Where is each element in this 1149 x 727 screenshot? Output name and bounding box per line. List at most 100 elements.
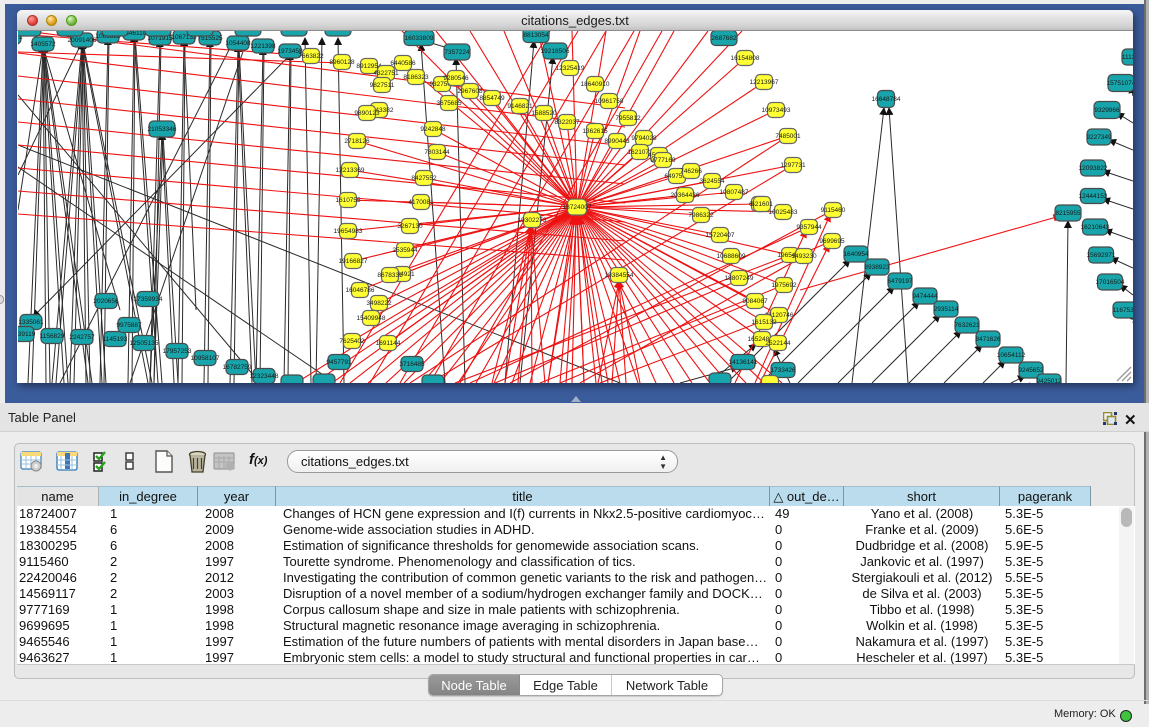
svg-text:2535944: 2535944 (392, 247, 418, 254)
svg-text:8322037: 8322037 (554, 119, 580, 126)
svg-text:1610755: 1610755 (335, 197, 361, 204)
svg-text:15751074: 15751074 (1107, 80, 1133, 87)
svg-text:8471626: 8471626 (975, 336, 1001, 343)
svg-text:8427552: 8427552 (411, 175, 437, 182)
svg-text:21053346: 21053346 (148, 126, 177, 133)
svg-text:1733426: 1733426 (770, 367, 796, 374)
svg-text:18807249: 18807249 (725, 275, 754, 282)
svg-text:15692971: 15692971 (1087, 252, 1116, 259)
svg-text:9699695: 9699695 (819, 238, 845, 245)
svg-text:12093822: 12093822 (1079, 165, 1108, 172)
svg-text:1054408: 1054408 (225, 40, 251, 47)
svg-text:2522144: 2522144 (765, 340, 791, 347)
svg-text:2935114: 2935114 (934, 306, 959, 313)
svg-text:20091406: 20091406 (68, 37, 97, 44)
svg-text:7625402: 7625402 (339, 338, 365, 345)
svg-text:1167533: 1167533 (1113, 307, 1133, 314)
svg-text:18640910: 18640910 (581, 81, 610, 88)
svg-text:12213369: 12213369 (336, 167, 365, 174)
svg-text:9777169: 9777169 (650, 157, 676, 164)
svg-text:15720407: 15720407 (706, 232, 735, 239)
svg-text:2967608: 2967608 (457, 88, 483, 95)
svg-text:1335061: 1335061 (18, 319, 44, 326)
svg-text:7663822: 7663822 (298, 53, 324, 60)
svg-text:12213967: 12213967 (750, 79, 779, 86)
svg-text:7357224: 7357224 (444, 49, 470, 56)
svg-text:1975692: 1975692 (771, 282, 797, 289)
svg-text:9227349: 9227349 (1086, 134, 1112, 141)
svg-text:3498222: 3498222 (366, 300, 392, 307)
svg-text:9329966: 9329966 (1094, 107, 1120, 114)
svg-text:17957253: 17957253 (163, 348, 192, 355)
svg-text:7986322: 7986322 (688, 212, 714, 219)
svg-text:16210643: 16210643 (1081, 224, 1110, 231)
svg-text:7955812: 7955812 (615, 115, 641, 122)
svg-text:1739119: 1739119 (18, 331, 36, 338)
svg-text:6440586: 6440586 (390, 60, 416, 67)
svg-text:16154808: 16154808 (731, 55, 760, 62)
svg-text:19654983: 19654983 (334, 228, 363, 235)
svg-text:6479197: 6479197 (887, 278, 913, 285)
svg-text:1493230: 1493230 (791, 253, 817, 260)
svg-text:3624554: 3624554 (699, 178, 725, 185)
svg-text:8990443: 8990443 (604, 138, 630, 145)
svg-text:9357944: 9357944 (796, 224, 822, 231)
svg-text:19384554: 19384554 (605, 272, 634, 279)
svg-text:9146821: 9146821 (507, 103, 533, 110)
svg-text:2020656: 2020656 (93, 298, 119, 305)
svg-text:2242757: 2242757 (69, 334, 95, 341)
svg-text:2718126: 2718126 (344, 138, 370, 145)
svg-text:1297731: 1297731 (780, 162, 806, 169)
svg-text:2687682: 2687682 (711, 35, 737, 42)
svg-text:15409948: 15409948 (357, 315, 386, 322)
svg-text:12323448: 12323448 (250, 373, 279, 380)
svg-text:16782759: 16782759 (223, 364, 252, 371)
svg-text:621601: 621601 (751, 201, 773, 208)
svg-text:19302273: 19302273 (518, 217, 547, 224)
svg-text:9084067: 9084067 (742, 298, 768, 305)
svg-text:1362615: 1362615 (582, 128, 608, 135)
svg-text:16033809: 16033809 (405, 35, 434, 42)
svg-text:8813054: 8813054 (523, 32, 549, 39)
svg-text:10025483: 10025483 (769, 209, 798, 216)
svg-text:10807487: 10807487 (720, 189, 749, 196)
svg-text:9115460: 9115460 (821, 207, 846, 214)
svg-text:8215955: 8215955 (1055, 210, 1081, 217)
svg-text:10688609: 10688609 (717, 253, 746, 260)
svg-text:16648784: 16648784 (872, 96, 901, 103)
svg-text:1640954: 1640954 (843, 251, 869, 258)
svg-text:1615132: 1615132 (751, 319, 777, 326)
svg-text:4170081: 4170081 (408, 199, 434, 206)
svg-text:17016504: 17016504 (1096, 279, 1125, 286)
svg-text:14136141: 14136141 (729, 359, 758, 366)
svg-text:9425012: 9425012 (1036, 378, 1062, 383)
svg-text:1221398: 1221398 (250, 43, 276, 50)
svg-text:1691144: 1691144 (376, 340, 401, 347)
svg-text:9245652: 9245652 (1018, 367, 1044, 374)
svg-text:8938923: 8938923 (864, 264, 890, 271)
svg-text:746266: 746266 (680, 168, 702, 175)
svg-text:9794028: 9794028 (631, 135, 657, 142)
svg-text:4322751: 4322751 (373, 70, 399, 77)
svg-text:9827511: 9827511 (370, 82, 395, 89)
svg-text:3267130: 3267130 (397, 223, 423, 230)
svg-text:3675685: 3675685 (436, 100, 462, 107)
svg-text:16046786: 16046786 (346, 287, 375, 294)
svg-text:8960128: 8960128 (329, 59, 355, 66)
svg-text:9242848: 9242848 (420, 126, 446, 133)
svg-text:10958107: 10958107 (191, 355, 220, 362)
svg-text:12325419: 12325419 (556, 65, 585, 72)
svg-text:19218506: 19218506 (541, 48, 570, 55)
svg-text:7632621: 7632621 (954, 322, 980, 329)
svg-text:9457791: 9457791 (326, 359, 352, 366)
svg-text:8854749: 8854749 (479, 95, 505, 102)
svg-text:9975887: 9975887 (116, 322, 142, 329)
svg-text:12444153: 12444153 (1079, 193, 1108, 200)
svg-text:9280546: 9280546 (443, 75, 469, 82)
svg-text:9474444: 9474444 (912, 293, 938, 300)
svg-text:7485001: 7485001 (775, 133, 801, 140)
svg-text:18724007: 18724007 (563, 204, 592, 211)
svg-text:20364436: 20364436 (671, 192, 700, 199)
svg-text:8678331: 8678331 (377, 272, 403, 279)
svg-text:3716485: 3716485 (399, 361, 425, 368)
